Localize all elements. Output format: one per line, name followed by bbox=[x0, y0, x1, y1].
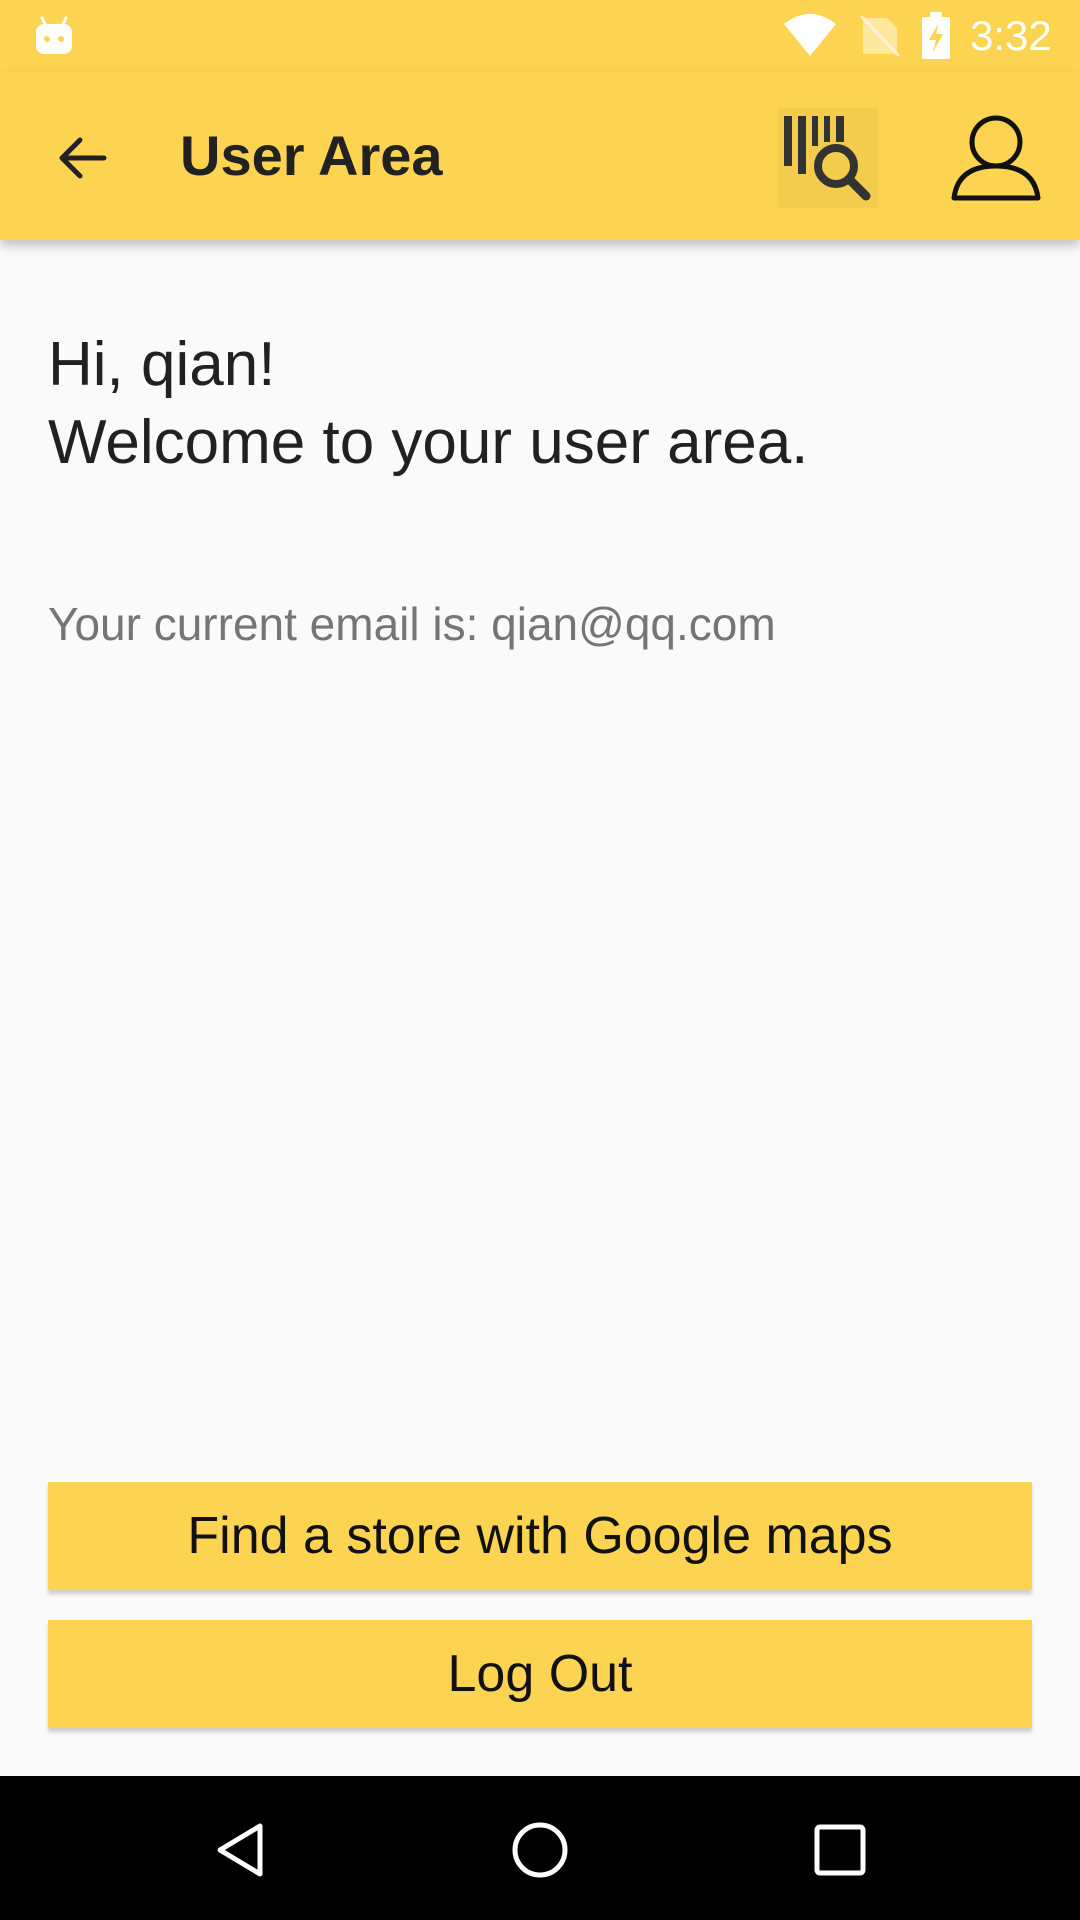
greeting-name: Hi, qian! bbox=[48, 330, 276, 399]
back-button[interactable] bbox=[40, 116, 124, 200]
logout-button[interactable]: Log Out bbox=[48, 1620, 1032, 1728]
nav-back-button[interactable] bbox=[200, 1810, 280, 1890]
nav-back-icon bbox=[217, 1823, 263, 1877]
user-icon bbox=[951, 115, 1041, 201]
find-store-button[interactable]: Find a store with Google maps bbox=[48, 1482, 1032, 1590]
app-bar: User Area bbox=[0, 72, 1080, 240]
page-title: User Area bbox=[180, 124, 443, 187]
greeting-block: Hi, qian! Welcome to your user area. bbox=[48, 326, 808, 482]
barcode-search-icon bbox=[784, 116, 871, 201]
barcode-scan-button[interactable] bbox=[778, 108, 878, 208]
status-time: 3:32 bbox=[970, 12, 1052, 59]
battery-charging-icon bbox=[922, 12, 950, 59]
android-icon bbox=[36, 16, 72, 54]
nav-recents-icon bbox=[814, 1824, 866, 1876]
current-email-text: Your current email is: qian@qq.com bbox=[48, 598, 776, 650]
greeting-welcome: Welcome to your user area. bbox=[48, 408, 809, 477]
user-area-screen: 3:32 User Area Hi, qian! Welcome to your… bbox=[0, 0, 1080, 1920]
no-sim-icon bbox=[859, 14, 901, 58]
nav-home-button[interactable] bbox=[500, 1810, 580, 1890]
system-nav-bar bbox=[0, 1776, 1080, 1920]
nav-home-icon bbox=[512, 1822, 568, 1878]
wifi-icon bbox=[784, 14, 836, 56]
arrow-back-icon bbox=[59, 137, 107, 179]
user-account-button[interactable] bbox=[948, 112, 1044, 204]
nav-recents-button[interactable] bbox=[800, 1810, 880, 1890]
status-bar: 3:32 bbox=[0, 0, 1080, 72]
